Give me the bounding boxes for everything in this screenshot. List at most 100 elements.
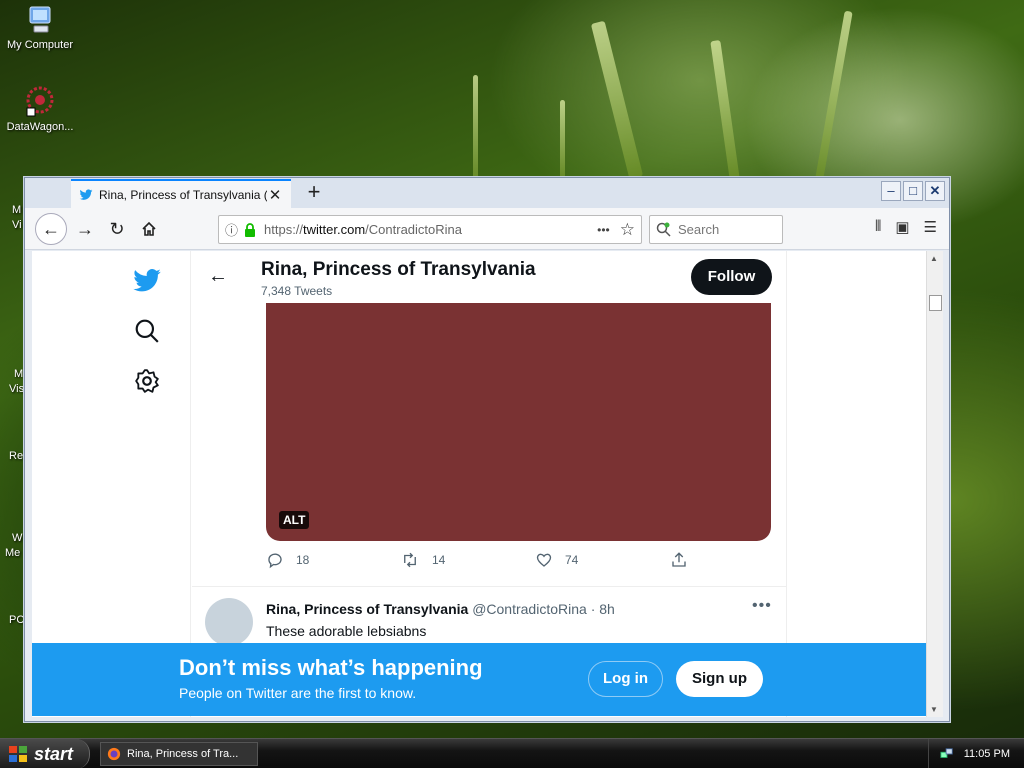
tweet-text: These adorable lebsiabns (266, 623, 427, 639)
like-action[interactable]: 74 (535, 551, 578, 569)
avatar[interactable] (205, 598, 253, 646)
settings-button[interactable] (127, 361, 167, 401)
my-computer-icon (29, 6, 51, 33)
desktop-label-fragment: W (12, 532, 23, 544)
toolbar-right: ⫴ ▣ ☰ (875, 218, 937, 236)
desktop-label-fragment: M (14, 368, 24, 380)
twitter-sidebar (127, 261, 167, 411)
network-icon[interactable] (940, 747, 954, 761)
address-bar[interactable]: ⓘ https://twitter.com/ContradictoRina ••… (218, 215, 642, 244)
firefox-icon (107, 747, 121, 761)
like-count: 74 (565, 553, 579, 567)
profile-name: Rina, Princess of Transylvania (261, 259, 536, 280)
desktop-label-fragment: Vis (9, 383, 25, 395)
tweet-media-image[interactable]: ALT (266, 303, 771, 541)
search-placeholder: Search (678, 222, 720, 237)
scroll-up-arrow[interactable]: ▲ (930, 254, 938, 263)
tweet-header: Rina, Princess of Transylvania @Contradi… (266, 601, 615, 617)
tab-strip: Rina, Princess of Transylvania ( ✕ + – □… (25, 178, 949, 208)
page-actions-button[interactable]: ••• (597, 223, 610, 237)
windows-flag-icon (9, 746, 27, 762)
more-options-button[interactable]: ••• (752, 597, 772, 615)
alt-text-badge[interactable]: ALT (279, 511, 310, 529)
menu-hamburger-icon[interactable]: ☰ (924, 218, 937, 236)
follow-button[interactable]: Follow (691, 259, 772, 295)
share-icon (672, 552, 686, 567)
page-scrollbar[interactable]: ▲ ▼ (926, 251, 943, 717)
signup-banner: Don’t miss what’s happening People on Tw… (32, 643, 926, 716)
system-tray: 11:05 PM (928, 739, 1024, 768)
login-button[interactable]: Log in (588, 661, 663, 697)
tweet-action-bar: 18 14 74 (266, 551, 696, 575)
datawagon-icon (26, 86, 54, 117)
start-label: start (34, 743, 74, 764)
library-icon[interactable]: ⫴ (875, 218, 881, 236)
reply-count: 18 (296, 553, 310, 567)
back-button[interactable]: ← (35, 213, 67, 245)
browser-window: Rina, Princess of Transylvania ( ✕ + – □… (24, 177, 950, 722)
desktop-label-fragment: Vi (12, 219, 22, 231)
close-window-button[interactable]: ✕ (925, 181, 945, 201)
reply-action[interactable]: 18 (266, 551, 309, 569)
wallpaper-blade (473, 75, 478, 185)
wallpaper-blade (590, 20, 644, 180)
desktop-label-fragment: Me (5, 547, 21, 559)
wallpaper-blade (815, 10, 853, 180)
tweet-author-name[interactable]: Rina, Princess of Transylvania (266, 601, 468, 617)
retweet-count: 14 (432, 553, 446, 567)
maximize-button[interactable]: □ (903, 181, 923, 201)
start-button[interactable]: start (0, 739, 90, 768)
banner-heading: Don’t miss what’s happening (179, 655, 483, 680)
tab-twitter-profile[interactable]: Rina, Princess of Transylvania ( ✕ (71, 179, 291, 208)
tab-close-icon[interactable]: ✕ (267, 186, 283, 204)
tweet-divider (192, 586, 786, 587)
desktop-label-fragment: PC (9, 614, 25, 626)
url-text: https://twitter.com/ContradictoRina (264, 222, 462, 237)
page-viewport: ALT ← Rina, Princess of Transylvania 7,3… (32, 251, 942, 717)
twitter-logo-icon (133, 269, 161, 292)
signup-button[interactable]: Sign up (676, 661, 763, 697)
sidebar-toggle-icon[interactable]: ▣ (895, 218, 909, 236)
reply-icon (268, 553, 282, 569)
scroll-down-arrow[interactable]: ▼ (930, 705, 938, 714)
window-controls: – □ ✕ (881, 181, 945, 201)
tweet-meta-separator: · (590, 601, 596, 617)
desktop-icon-label: My Computer (6, 39, 74, 51)
profile-header: ← Rina, Princess of Transylvania 7,348 T… (192, 251, 786, 303)
tweet-timestamp[interactable]: 8h (599, 601, 615, 617)
tab-title: Rina, Princess of Transylvania ( (99, 187, 267, 202)
reload-button[interactable]: ↻ (103, 215, 131, 243)
new-tab-button[interactable]: + (301, 180, 327, 206)
wallpaper-blade (560, 100, 565, 180)
info-icon[interactable]: ⓘ (225, 220, 238, 239)
desktop-icon-datawagon[interactable]: DataWagon... (0, 86, 80, 133)
home-icon (142, 221, 156, 236)
wallpaper-blade (710, 39, 740, 181)
clock[interactable]: 11:05 PM (964, 748, 1010, 760)
taskbar-item-browser[interactable]: Rina, Princess of Tra... (100, 742, 258, 766)
tweet-count: 7,348 Tweets (261, 284, 333, 298)
back-arrow-icon[interactable]: ← (208, 265, 228, 288)
gear-icon (135, 369, 159, 393)
search-icon (135, 319, 159, 343)
tweet-author-handle[interactable]: @ContradictoRina (472, 601, 587, 617)
retweet-action[interactable]: 14 (400, 551, 445, 569)
minimize-button[interactable]: – (881, 181, 901, 201)
desktop-icon-label: DataWagon... (6, 121, 74, 133)
forward-button[interactable]: → (71, 215, 99, 243)
home-button[interactable] (135, 215, 163, 243)
navigation-toolbar: ← → ↻ ⓘ https://twitter.com/ContradictoR… (25, 208, 949, 250)
taskbar-item-label: Rina, Princess of Tra... (127, 748, 239, 760)
desktop-label-fragment: Re (9, 450, 24, 462)
explore-button[interactable] (127, 311, 167, 351)
banner-subtext: People on Twitter are the first to know. (179, 685, 417, 701)
desktop-label-fragment: M (12, 204, 22, 216)
twitter-home-link[interactable] (127, 261, 167, 301)
lock-icon (245, 222, 256, 237)
share-action[interactable] (670, 551, 688, 569)
bookmark-star-icon[interactable]: ☆ (620, 220, 635, 240)
scrollbar-thumb[interactable] (929, 295, 942, 311)
retweet-icon (404, 552, 416, 568)
desktop-icon-my-computer[interactable]: My Computer (0, 4, 80, 51)
search-box[interactable]: Search (649, 215, 783, 244)
